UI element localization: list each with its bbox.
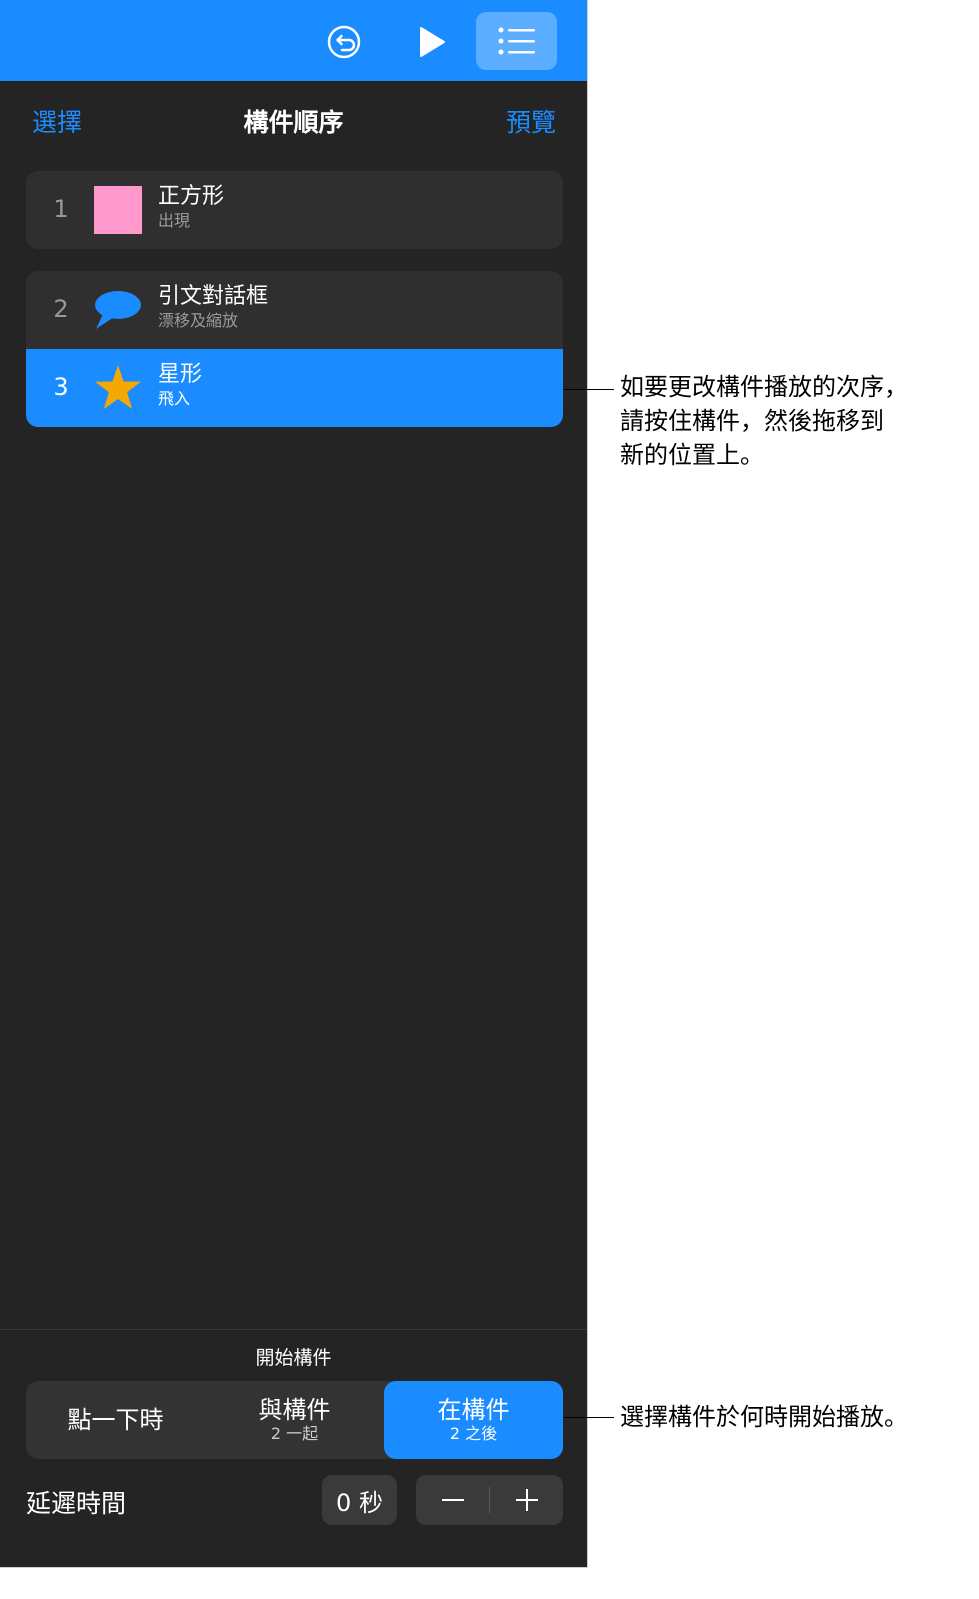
build-text: 正方形 出現 — [158, 183, 224, 231]
build-order-button[interactable] — [476, 12, 557, 70]
build-text: 星形 飛入 — [158, 361, 202, 409]
start-callout-line — [564, 1417, 614, 1418]
undo-icon — [327, 25, 361, 59]
pink-square-icon — [94, 186, 142, 234]
play-icon — [420, 27, 445, 57]
start-build-section: 開始構件 點一下時 與構件 2 一起 在構件 2 之後 延遲時間 0 秒 — [0, 1329, 587, 1567]
reorder-callout-line — [564, 389, 614, 390]
speech-bubble-icon — [94, 286, 142, 334]
with-build-option[interactable]: 與構件 2 一起 — [205, 1381, 384, 1459]
page-title: 構件順序 — [243, 108, 344, 137]
build-item-callout[interactable]: 2 引文對話框 漂移及縮放 — [26, 271, 563, 349]
play-button[interactable] — [410, 20, 454, 64]
build-item-square[interactable]: 1 正方形 出現 — [26, 171, 563, 249]
undo-button[interactable] — [322, 20, 366, 64]
build-effect: 飛入 — [158, 389, 191, 408]
delay-value-field[interactable]: 0 秒 — [322, 1475, 397, 1525]
plus-icon — [515, 1489, 538, 1511]
reorder-callout: 如要更改構件播放的次序， 請按住構件，然後拖移到 新的位置上。 — [620, 370, 908, 472]
list-icon — [498, 27, 535, 55]
start-callout: 選擇構件於何時開始播放。 — [620, 1403, 908, 1431]
start-build-label: 開始構件 — [255, 1347, 332, 1369]
animate-panel: 選擇 構件順序 預覽 1 正方形 出現 2 引文對話框 漂移及縮放 3 星形 飛… — [0, 0, 588, 1568]
toolbar — [0, 0, 587, 81]
build-number: 3 — [53, 373, 69, 401]
star-icon — [94, 364, 142, 412]
delay-label: 延遲時間 — [26, 1489, 127, 1518]
option-label: 點一下時 — [67, 1406, 164, 1434]
decrement-button[interactable] — [416, 1475, 489, 1525]
delay-stepper — [416, 1475, 563, 1525]
callout-line-text: 請按住構件，然後拖移到 — [620, 407, 884, 435]
panel-header: 選擇 構件順序 預覽 — [0, 81, 587, 161]
option-label: 與構件 — [258, 1396, 331, 1424]
build-number: 1 — [53, 195, 69, 223]
increment-button[interactable] — [490, 1475, 563, 1525]
preview-button[interactable]: 預覽 — [506, 103, 556, 139]
build-effect: 出現 — [158, 211, 191, 230]
after-build-option[interactable]: 在構件 2 之後 — [384, 1381, 563, 1459]
build-text: 引文對話框 漂移及縮放 — [158, 283, 268, 331]
build-number: 2 — [53, 295, 69, 323]
option-sublabel: 2 之後 — [449, 1424, 498, 1443]
callout-line-text: 如要更改構件播放的次序， — [620, 373, 908, 401]
build-item-star[interactable]: 3 星形 飛入 — [26, 349, 563, 427]
on-tap-option[interactable]: 點一下時 — [26, 1381, 205, 1459]
option-sublabel: 2 一起 — [270, 1424, 319, 1443]
start-build-control: 點一下時 與構件 2 一起 在構件 2 之後 — [26, 1381, 563, 1459]
build-name: 正方形 — [158, 184, 225, 209]
build-effect: 漂移及縮放 — [158, 311, 239, 330]
option-label: 在構件 — [437, 1396, 510, 1424]
callout-line-text: 新的位置上。 — [620, 441, 764, 469]
minus-icon — [441, 1499, 464, 1501]
build-name: 星形 — [158, 362, 203, 387]
build-name: 引文對話框 — [158, 284, 269, 309]
